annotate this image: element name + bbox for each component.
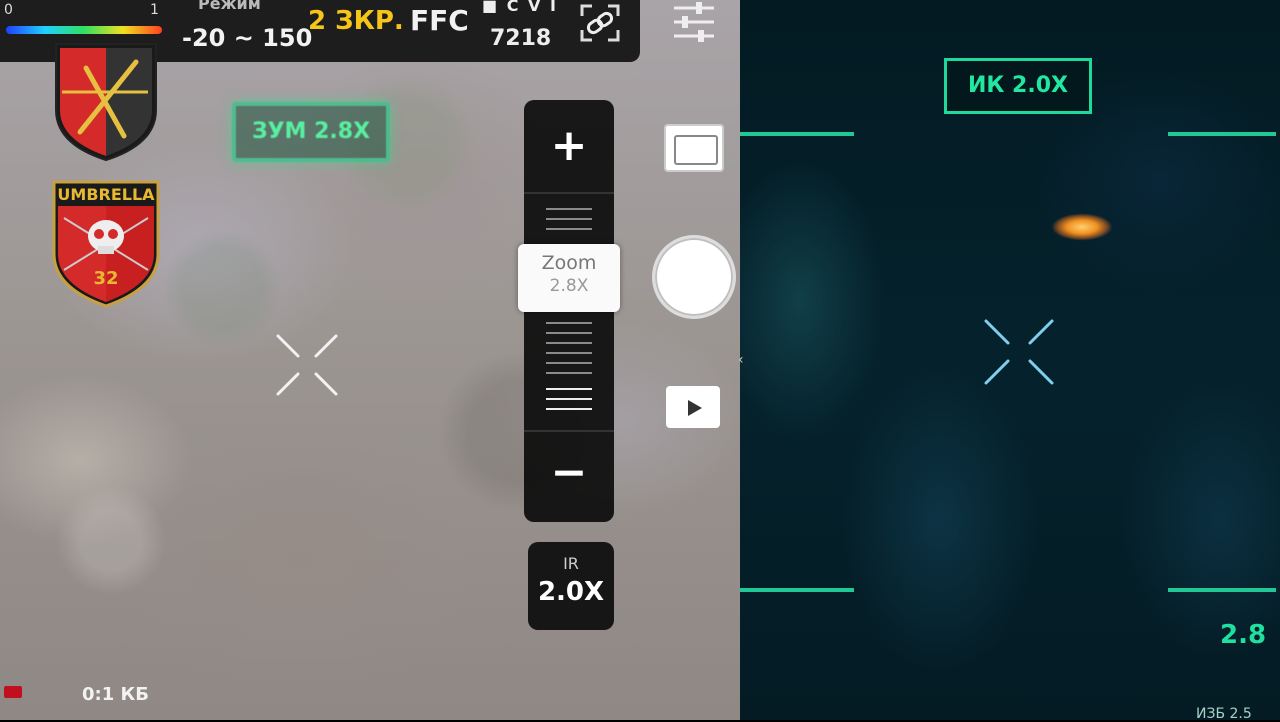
scale-max-label: 1: [150, 2, 159, 18]
ffc-button[interactable]: FFC: [410, 4, 469, 37]
slider-tick: [546, 208, 592, 210]
thermal-hotspot: [1044, 210, 1120, 244]
umbrella-skull-shield-emblem: UMBRELLA 32: [50, 178, 162, 308]
shutter-button[interactable]: [652, 235, 736, 319]
slider-divider: [524, 192, 614, 194]
frame-corner-line: [1168, 588, 1276, 592]
slider-tick: [546, 398, 592, 400]
sliders-icon[interactable]: [668, 0, 720, 44]
red-black-shield-emblem: [52, 40, 160, 162]
ir-zoom-tag: ИК 2.0Х: [944, 58, 1092, 114]
thermal-color-scale: [6, 26, 162, 34]
crosshair-icon: [980, 315, 1058, 389]
slider-tick: [546, 342, 592, 344]
slider-tick: [546, 322, 592, 324]
zoom-slider-thumb[interactable]: Zoom 2.8X: [518, 244, 620, 312]
zoom-tag-visible: ЗУМ 2.8Х: [232, 102, 390, 162]
frame-corner-line: [740, 588, 854, 592]
record-status: ■ C V I: [482, 0, 558, 15]
slider-tick: [546, 408, 592, 410]
ir-zoom-button[interactable]: IR 2.0X: [528, 542, 614, 630]
frame-counter: 7218: [490, 26, 552, 51]
link-icon[interactable]: [578, 2, 622, 44]
zoom-out-button[interactable]: −: [524, 430, 614, 522]
recording-indicator: [4, 686, 22, 698]
zoom-thumb-label: Zoom: [541, 252, 597, 274]
umbrella-number: 32: [93, 268, 118, 289]
split-handle-icon[interactable]: ‹: [738, 352, 746, 372]
frame-corner-line: [740, 132, 854, 136]
mode-label: Режим: [198, 0, 261, 13]
aspect-ratio-icon[interactable]: [664, 124, 724, 172]
umbrella-text: UMBRELLA: [57, 185, 155, 204]
zoom-in-button[interactable]: +: [524, 100, 614, 192]
slider-tick: [546, 388, 592, 390]
slider-tick: [546, 228, 592, 230]
slider-tick: [546, 362, 592, 364]
ir-button-label: IR: [563, 554, 579, 573]
play-icon[interactable]: [666, 386, 720, 428]
temperature-range: -20 ~ 150: [182, 24, 313, 52]
slider-tick: [546, 218, 592, 220]
crosshair-icon: [270, 330, 344, 400]
ir-button-value: 2.0X: [537, 577, 605, 607]
slider-tick: [546, 352, 592, 354]
bottom-status-text: 0:1 КБ: [82, 684, 149, 705]
frame-corner-line: [1168, 132, 1276, 136]
zoom-level-indicator[interactable]: 2 ЗКР.: [308, 6, 404, 36]
slider-tick: [546, 372, 592, 374]
slider-tick: [546, 332, 592, 334]
ir-zoom-readout: 2.8: [1220, 620, 1267, 650]
zoom-thumb-value: 2.8X: [549, 276, 589, 296]
scale-min-label: 0: [4, 2, 13, 18]
